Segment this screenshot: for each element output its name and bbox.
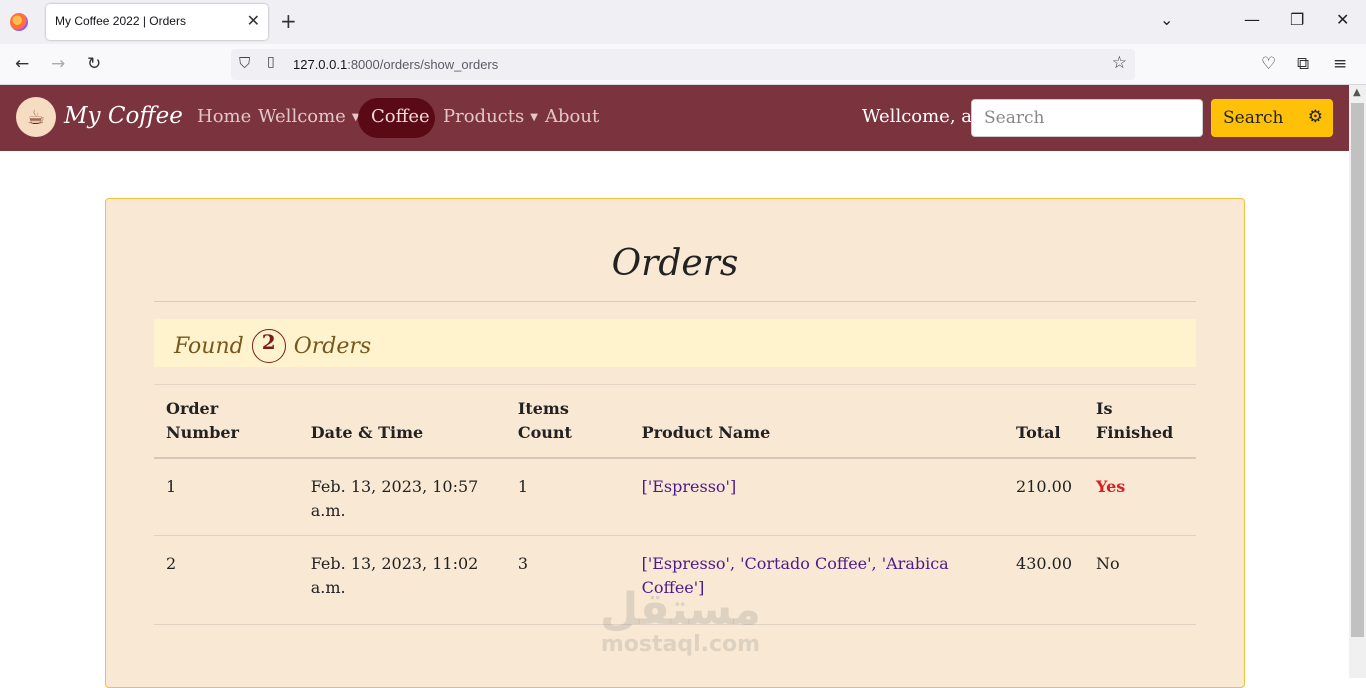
table-header-row: Order Number Date & Time Items Count Pro…: [154, 397, 1196, 458]
watermark-url: mostaql.com: [600, 632, 761, 657]
tab-list-chevron-icon[interactable]: ⌄: [1160, 10, 1173, 29]
scroll-up-arrow-icon[interactable]: ▲: [1353, 87, 1361, 98]
bookmark-star-icon[interactable]: ☆: [1112, 53, 1127, 73]
page-info-icon[interactable]: ▯: [267, 54, 275, 70]
found-prefix: Found: [174, 333, 244, 359]
nav-wellcome-dropdown[interactable]: Wellcome ▼: [258, 106, 360, 127]
page-scrollbar[interactable]: ▲: [1349, 85, 1366, 678]
forward-icon[interactable]: →: [51, 54, 65, 74]
welcome-user-text: Wellcome, ali: [862, 106, 984, 127]
orders-count-badge: 2: [251, 329, 286, 363]
header-items-count: Items Count: [517, 399, 572, 442]
nav-about[interactable]: About: [545, 106, 599, 127]
divider: [154, 384, 1196, 385]
site-navbar: ☕ My Coffee Home Wellcome ▼ Coffee Produc…: [0, 85, 1349, 151]
back-icon[interactable]: ←: [15, 54, 29, 74]
address-bar[interactable]: ⛉ ▯ 127.0.0.1:8000/orders/show_orders ☆: [231, 49, 1135, 80]
header-product-name: Product Name: [641, 423, 771, 442]
nav-wellcome-label: Wellcome: [258, 106, 346, 127]
reload-icon[interactable]: ↻: [87, 54, 101, 74]
cell-total: 210.00: [1016, 477, 1073, 496]
found-text: Found 2 Orders: [174, 329, 371, 363]
url-host: 127.0.0.1: [293, 57, 348, 72]
pocket-icon[interactable]: ♡: [1261, 54, 1276, 74]
menu-icon[interactable]: ≡: [1333, 54, 1347, 74]
close-tab-icon[interactable]: ✕: [247, 11, 260, 30]
coffee-cup-icon[interactable]: ☕: [16, 97, 56, 137]
nav-products-dropdown[interactable]: Products ▼: [443, 106, 538, 127]
cell-order-number: 1: [166, 477, 177, 496]
brand-name[interactable]: My Coffee: [64, 103, 183, 129]
url-path: :8000/orders/show_orders: [347, 57, 499, 72]
cell-is-finished: Yes: [1096, 477, 1126, 496]
close-window-icon[interactable]: ✕: [1336, 10, 1349, 29]
nav-coffee[interactable]: Coffee: [358, 98, 435, 138]
minimize-icon[interactable]: —: [1244, 10, 1260, 29]
found-suffix: Orders: [293, 333, 372, 359]
caret-down-icon: ▼: [530, 111, 538, 123]
tab-title: My Coffee 2022 | Orders: [55, 14, 186, 28]
table-row: 1 Feb. 13, 2023, 10:57 a.m. 1 ['Espresso…: [154, 458, 1196, 536]
header-total: Total: [1016, 423, 1061, 442]
header-is-finished: Is Finished: [1096, 399, 1174, 442]
cell-product-name: ['Espresso']: [641, 477, 737, 496]
browser-tab-bar: My Coffee 2022 | Orders ✕ + ⌄ — ❐ ✕: [0, 0, 1366, 44]
url-text[interactable]: 127.0.0.1:8000/orders/show_orders: [293, 57, 498, 72]
found-alert: Found 2 Orders: [154, 319, 1196, 367]
watermark-arabic: مستقل: [600, 584, 761, 635]
new-tab-icon[interactable]: +: [280, 9, 297, 33]
search-button[interactable]: Search ⚙: [1211, 99, 1333, 137]
nav-products-label: Products: [443, 106, 525, 127]
cell-date-time: Feb. 13, 2023, 10:57 a.m.: [310, 477, 479, 520]
header-order-number: Order Number: [166, 399, 239, 442]
browser-toolbar: ← → ↻ ⛉ ▯ 127.0.0.1:8000/orders/show_ord…: [0, 44, 1366, 85]
cell-total: 430.00: [1016, 554, 1073, 573]
divider: [154, 301, 1196, 302]
firefox-icon: [10, 13, 28, 31]
search-button-label: Search: [1223, 108, 1284, 128]
cell-order-number: 2: [166, 554, 177, 573]
cell-is-finished: No: [1096, 554, 1120, 573]
scroll-thumb[interactable]: [1351, 103, 1364, 637]
extensions-icon[interactable]: ⧉: [1297, 54, 1309, 74]
search-input[interactable]: [971, 99, 1203, 137]
gear-icon: ⚙: [1307, 107, 1323, 127]
header-date-time: Date & Time: [310, 423, 424, 442]
browser-tab[interactable]: My Coffee 2022 | Orders ✕: [46, 4, 268, 40]
watermark: مستقل mostaql.com: [600, 584, 761, 658]
page-title: Orders: [611, 243, 739, 284]
shield-icon[interactable]: ⛉: [239, 54, 250, 72]
cell-items-count: 1: [517, 477, 529, 496]
restore-icon[interactable]: ❐: [1290, 10, 1304, 29]
cell-date-time: Feb. 13, 2023, 11:02 a.m.: [310, 554, 479, 597]
nav-coffee-label: Coffee: [371, 106, 430, 127]
nav-home[interactable]: Home: [197, 106, 251, 127]
